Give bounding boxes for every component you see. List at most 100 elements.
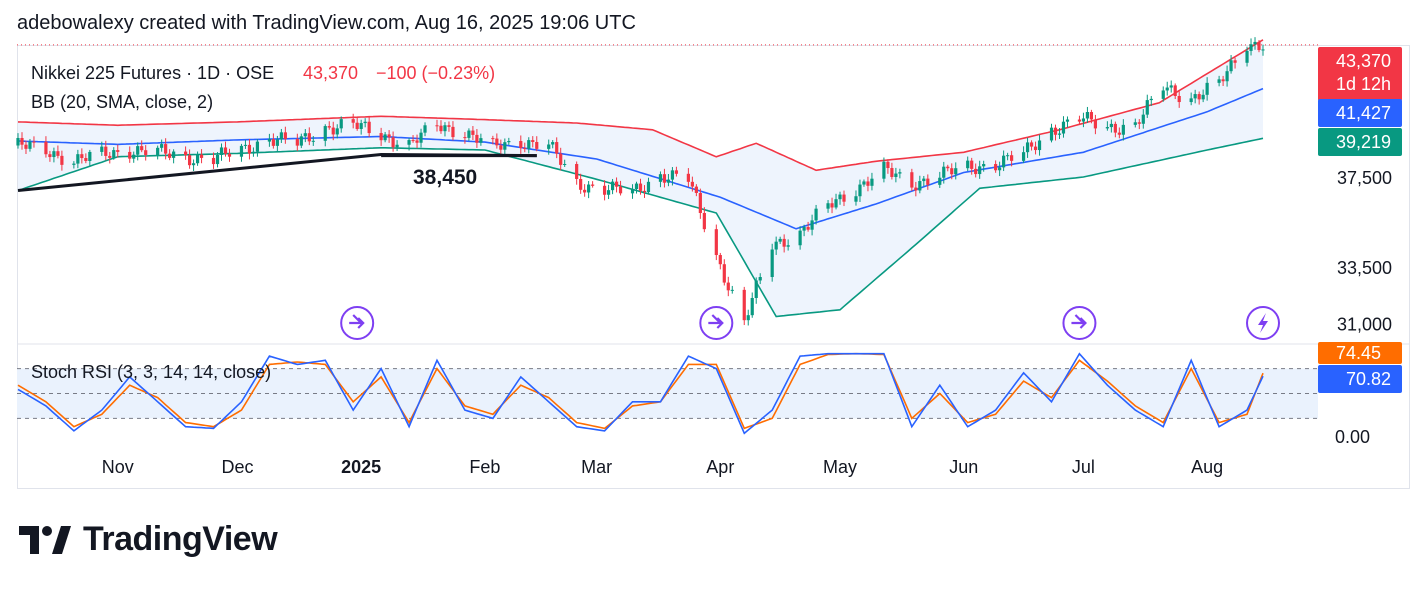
candle-body [1061, 121, 1066, 134]
y-axis-label: 33,500 [1337, 258, 1392, 278]
candle-body [156, 147, 160, 155]
earnings-arrow-icon[interactable] [340, 306, 375, 340]
candle-body [104, 146, 108, 156]
stoch-k-tag-text: 70.82 [1346, 369, 1391, 389]
candle-body [922, 178, 926, 182]
candle-body [674, 170, 679, 174]
candle-body [1029, 142, 1034, 147]
candle-body [443, 125, 447, 132]
candle-body [774, 241, 778, 250]
candle-body [1141, 114, 1145, 124]
candle-body [116, 150, 120, 152]
candle-body [1229, 60, 1233, 72]
legend-last: 43,370 [303, 63, 358, 83]
candle-body [1149, 98, 1153, 101]
candle-body [1257, 41, 1261, 51]
candle-body [754, 280, 758, 298]
candle-body [1037, 140, 1042, 151]
candle-body [136, 146, 140, 155]
candle-body [1093, 119, 1098, 129]
support-label: 38,450 [413, 166, 477, 189]
candle-body [579, 178, 583, 190]
candle-body [610, 181, 615, 191]
candle-body [299, 136, 303, 146]
candle-body [886, 161, 890, 169]
candle-body [894, 173, 898, 177]
last-price-tag: 43,370 1d 12h [1318, 47, 1402, 101]
legend-stoch-rsi: Stoch RSI (3, 3, 14, 14, close) [31, 362, 271, 382]
candle-body [183, 151, 188, 156]
candle-body [658, 174, 663, 182]
candle-body [72, 163, 76, 165]
candle-body [882, 161, 886, 179]
candle-body [215, 154, 220, 165]
candle-body [383, 134, 387, 141]
tradingview-logo: TradingView [19, 520, 278, 559]
candle-body [219, 147, 224, 155]
candle-body [714, 229, 718, 256]
candle-body [32, 141, 36, 143]
candle-body [1049, 127, 1054, 141]
candle-body [551, 142, 555, 145]
candle-body [20, 137, 24, 145]
candle-body [303, 133, 307, 137]
candle-body [890, 168, 894, 177]
earnings-arrow-icon[interactable] [699, 306, 734, 340]
candle-body [223, 147, 228, 154]
candle-body [1233, 60, 1237, 63]
candle-body [423, 125, 427, 133]
legend-change: −100 (−0.23%) [376, 63, 495, 83]
candle-body [227, 153, 232, 157]
candle-body [1006, 155, 1010, 157]
candle-body [168, 153, 172, 158]
candle-body [1221, 79, 1225, 82]
x-axis-label: Nov [102, 457, 134, 477]
candle-body [814, 208, 818, 221]
candle-body [164, 144, 168, 154]
candle-body [527, 140, 531, 149]
candle-body [1025, 142, 1030, 153]
candle-body [1033, 146, 1038, 151]
candle-body [810, 220, 814, 230]
candle-body [954, 168, 958, 175]
candle-body [187, 155, 192, 166]
candle-body [1002, 155, 1006, 168]
candle-body [439, 125, 443, 132]
candle-body [1085, 112, 1090, 119]
candle-body [1113, 123, 1117, 133]
x-axis-label: Mar [581, 457, 612, 477]
candle-body [606, 190, 611, 195]
candle-body [407, 140, 411, 145]
candle-body [211, 157, 216, 165]
x-axis-label: Aug [1191, 457, 1223, 477]
candle-body [1105, 127, 1109, 129]
y-axis-label: 37,500 [1337, 168, 1392, 188]
candle-body [367, 121, 371, 134]
candle-body [974, 168, 978, 175]
candle-body [1205, 82, 1209, 95]
chart-canvas[interactable]: Nov Dec 2025 Feb Mar Apr May Jun Jul Aug 37,500 33,… [0, 0, 1428, 591]
candle-body [295, 139, 299, 146]
candle-body [467, 130, 471, 138]
candle-body [387, 134, 391, 138]
candle-body [491, 138, 495, 140]
candle-body [547, 144, 551, 149]
candle-body [132, 154, 136, 159]
candle-body [1253, 41, 1257, 45]
candle-body [531, 140, 535, 142]
candle-body [966, 160, 970, 169]
candle-body [16, 137, 20, 146]
earnings-arrow-icon[interactable] [1062, 306, 1097, 340]
candle-body [1117, 132, 1121, 135]
candle-body [1021, 152, 1026, 161]
candle-body [331, 127, 335, 135]
lightning-icon[interactable] [1246, 306, 1280, 340]
bb-basis-tag: 41,427 [1318, 99, 1402, 127]
price-tags: 43,370 1d 12h 41,427 39,219 74.45 70.82 [1318, 47, 1402, 393]
candle-body [786, 245, 790, 247]
candle-body [191, 163, 196, 166]
candle-body [28, 141, 32, 149]
candle-body [1161, 90, 1165, 99]
candle-body [638, 183, 643, 191]
candle-body [80, 154, 84, 159]
